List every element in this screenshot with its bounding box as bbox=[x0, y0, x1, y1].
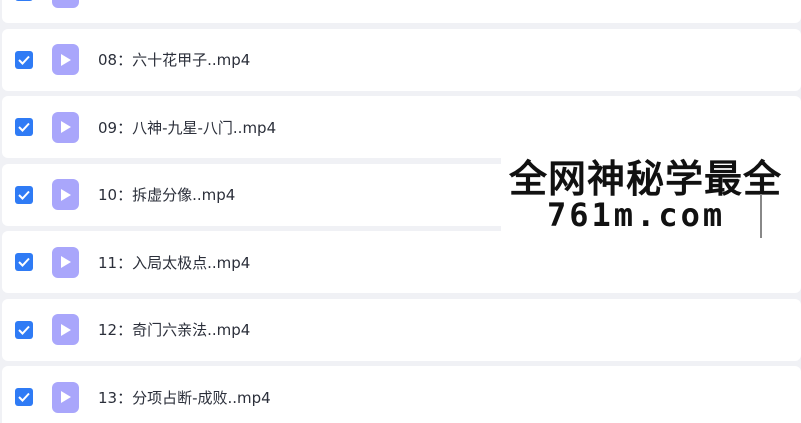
row-checkbox[interactable] bbox=[15, 185, 33, 204]
video-file-icon bbox=[52, 381, 79, 413]
checkmark-icon bbox=[18, 122, 30, 132]
file-name[interactable]: 10：拆虚分像..mp4 bbox=[98, 184, 235, 205]
file-name[interactable]: 09：八神-九星-八门..mp4 bbox=[98, 117, 276, 138]
row-checkbox[interactable] bbox=[15, 0, 33, 1]
file-name[interactable]: 12：奇门六亲法..mp4 bbox=[98, 319, 250, 340]
row-checkbox[interactable] bbox=[15, 388, 33, 406]
file-row[interactable] bbox=[2, 0, 801, 23]
checkmark-icon bbox=[18, 325, 30, 335]
file-list-page: 08：六十花甲子..mp4 09：八神-九星-八门..mp4 10：拆虚分像..… bbox=[0, 0, 801, 423]
video-file-icon bbox=[52, 44, 79, 75]
video-file-icon bbox=[52, 246, 79, 278]
checkmark-icon bbox=[18, 55, 30, 65]
video-file-icon bbox=[52, 0, 79, 8]
file-name[interactable]: 08：六十花甲子..mp4 bbox=[98, 49, 250, 70]
checkmark-icon bbox=[18, 190, 30, 200]
watermark-title: 全网神秘学最全 bbox=[509, 157, 783, 201]
watermark-cursor-bar bbox=[760, 194, 762, 238]
watermark-url: 761m.com bbox=[547, 196, 726, 234]
file-row[interactable]: 12：奇门六亲法..mp4 bbox=[2, 298, 801, 361]
file-name[interactable]: 13：分项占断-成败..mp4 bbox=[98, 387, 271, 408]
file-row[interactable]: 08：六十花甲子..mp4 bbox=[2, 28, 801, 91]
row-checkbox[interactable] bbox=[15, 253, 33, 271]
video-file-icon bbox=[52, 314, 79, 345]
video-file-icon bbox=[52, 179, 79, 210]
row-checkbox[interactable] bbox=[15, 118, 33, 136]
video-file-icon bbox=[52, 111, 79, 143]
file-name[interactable]: 11：入局太极点..mp4 bbox=[98, 252, 250, 273]
checkmark-icon bbox=[18, 392, 30, 402]
row-checkbox[interactable] bbox=[15, 50, 33, 69]
row-checkbox[interactable] bbox=[15, 320, 33, 339]
watermark: 全网神秘学最全 761m.com bbox=[501, 146, 801, 246]
file-row[interactable]: 13：分项占断-成败..mp4 bbox=[2, 366, 801, 423]
checkmark-icon bbox=[18, 257, 30, 267]
